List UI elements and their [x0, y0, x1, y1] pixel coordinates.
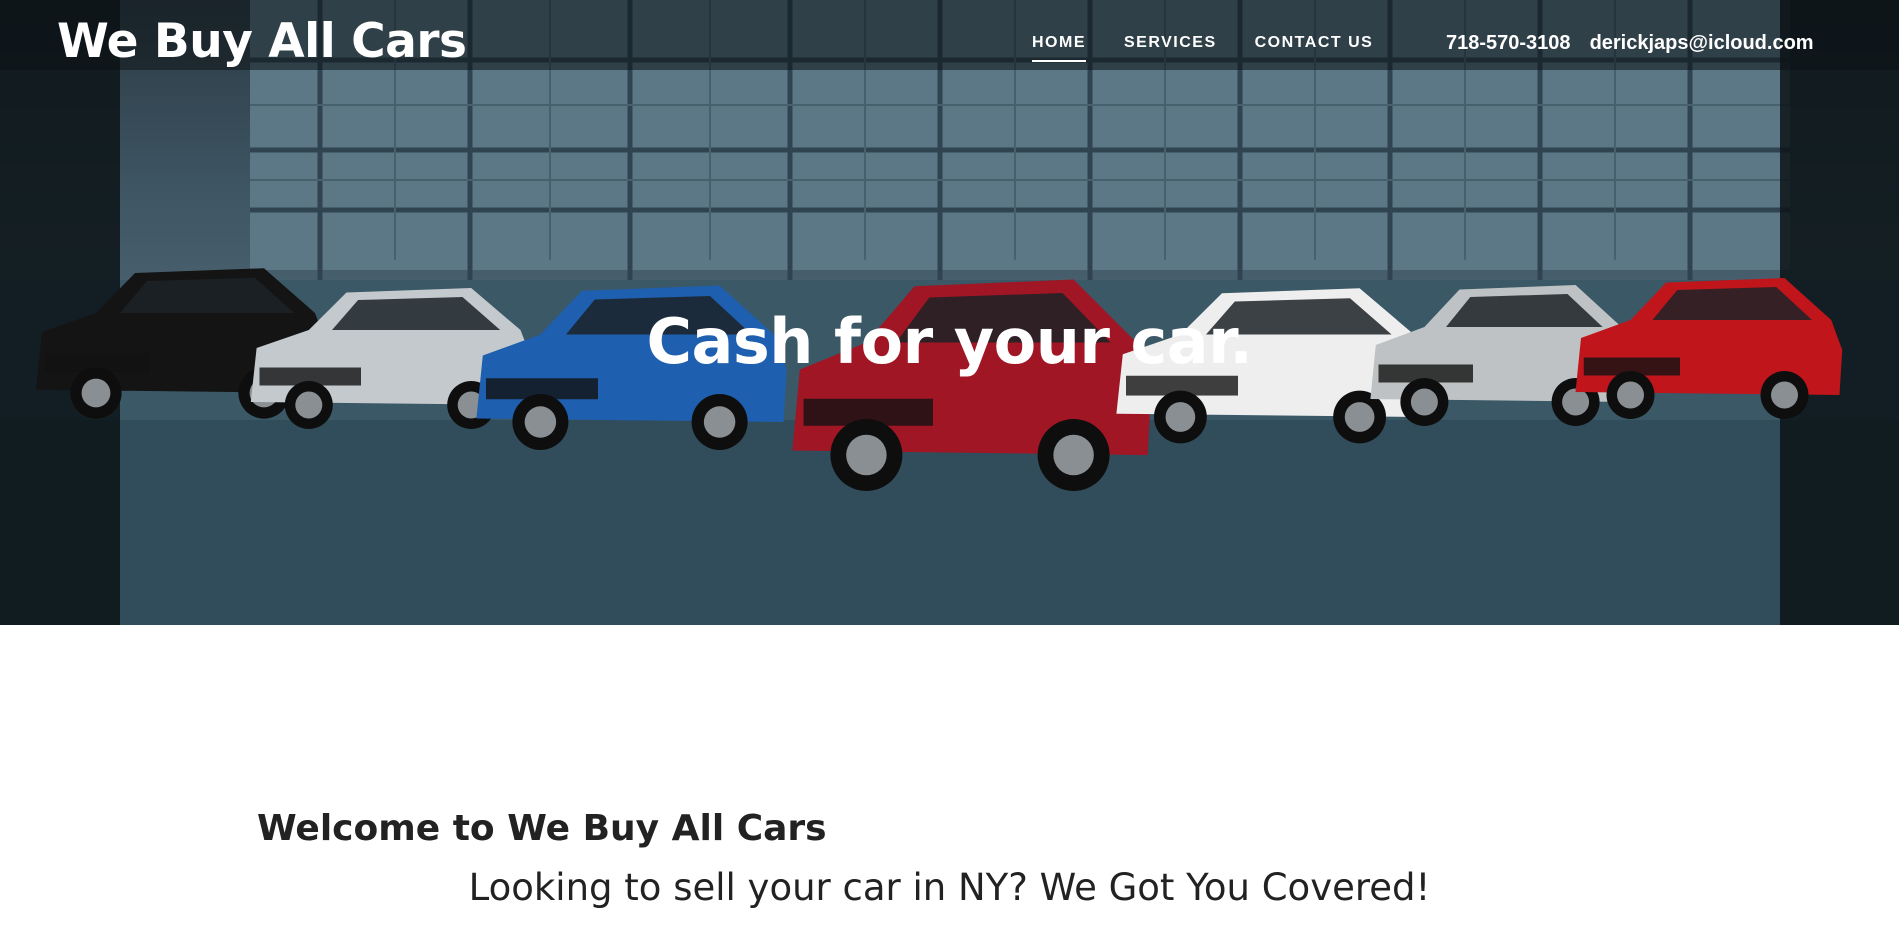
header-contact: 718-570-3108 derickjaps@icloud.com	[1446, 32, 1833, 55]
nav-home[interactable]: HOME	[1032, 34, 1086, 62]
nav-services[interactable]: SERVICES	[1124, 34, 1217, 62]
phone-link[interactable]: 718-570-3108	[1446, 32, 1571, 55]
hero-banner: We Buy All Cars HOME SERVICES CONTACT US…	[0, 0, 1899, 625]
main-nav: HOME SERVICES CONTACT US	[1032, 34, 1411, 62]
site-title[interactable]: We Buy All Cars	[57, 14, 467, 69]
nav-contact-us[interactable]: CONTACT US	[1255, 34, 1374, 62]
hero-headline: Cash for your car.	[646, 305, 1253, 378]
tagline: Looking to sell your car in NY? We Got Y…	[468, 866, 1431, 909]
email-link[interactable]: derickjaps@icloud.com	[1590, 32, 1814, 55]
welcome-heading: Welcome to We Buy All Cars	[257, 807, 827, 849]
